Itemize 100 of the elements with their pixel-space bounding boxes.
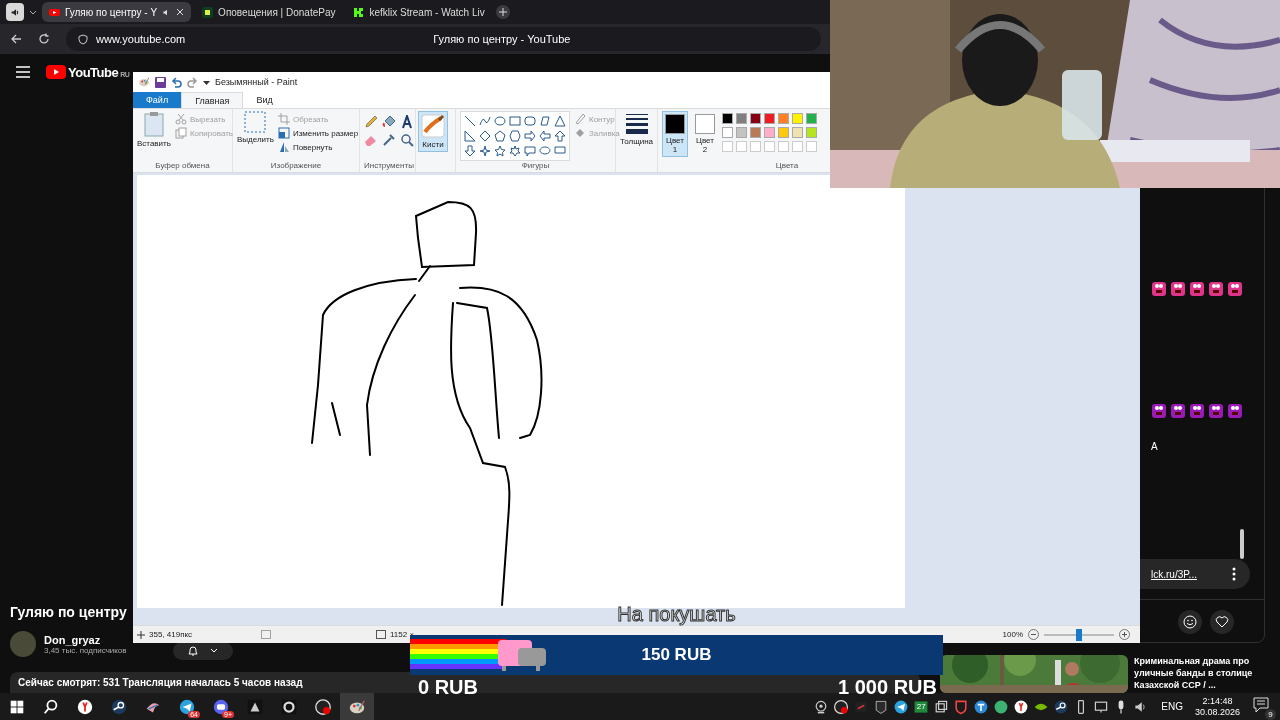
calendar-icon[interactable]: 27 <box>913 698 930 715</box>
heart-button[interactable] <box>1210 610 1234 634</box>
more-icon[interactable] <box>1232 567 1236 581</box>
color-1-button[interactable]: Цвет 1 <box>662 111 688 157</box>
color-swatch[interactable] <box>778 127 789 138</box>
color-preview[interactable] <box>695 114 715 134</box>
shape-icon[interactable] <box>464 130 476 142</box>
channel-name[interactable]: Don_gryaz <box>44 633 127 646</box>
select-button[interactable]: Выделить <box>237 111 274 144</box>
color-swatch[interactable] <box>736 113 747 124</box>
color-swatch[interactable] <box>806 113 817 124</box>
address-field[interactable]: www.youtube.com Гуляю по центру - YouTube <box>66 27 821 51</box>
shape-icon[interactable] <box>479 115 491 127</box>
ribbon-tab[interactable]: Вид <box>243 92 286 108</box>
color-swatch[interactable] <box>792 113 803 124</box>
triangles-icon[interactable] <box>277 141 290 153</box>
logo-text[interactable]: YouTube <box>68 64 119 80</box>
zoom-out-icon[interactable] <box>1028 629 1039 640</box>
shape-icon[interactable] <box>539 145 551 157</box>
play-icon[interactable] <box>46 65 66 79</box>
rotate-button[interactable]: Повернуть <box>277 141 359 153</box>
heart-icon[interactable] <box>1215 615 1229 629</box>
color-swatch[interactable] <box>792 127 803 138</box>
close-icon[interactable] <box>176 8 185 16</box>
ribbon-tab[interactable]: Главная <box>181 92 244 108</box>
dropdown-icon[interactable] <box>203 78 210 86</box>
shield-icon[interactable] <box>953 698 970 715</box>
circle-icon[interactable] <box>993 698 1010 715</box>
palette-icon[interactable] <box>340 693 374 720</box>
scrollbar[interactable] <box>1240 529 1244 559</box>
shape-icon[interactable] <box>509 115 521 127</box>
undo-icon[interactable] <box>171 76 182 88</box>
color-2-button[interactable]: Цвет 2 <box>692 111 718 157</box>
lines-icon[interactable] <box>624 111 649 135</box>
steam-icon[interactable] <box>1053 698 1070 715</box>
shape-icon[interactable] <box>479 130 491 142</box>
menu-icon[interactable] <box>16 66 30 78</box>
color-swatch[interactable] <box>736 127 747 138</box>
emoji-button[interactable] <box>1178 610 1202 634</box>
paste-button[interactable]: Вставить <box>137 111 171 148</box>
zoom-in-icon[interactable] <box>1119 629 1130 640</box>
smiley-icon[interactable] <box>1183 615 1197 629</box>
browser-tab[interactable]: kefklix Stream - Watch Liv <box>346 2 492 22</box>
shape-icon[interactable] <box>464 145 476 157</box>
circle-icon[interactable] <box>1013 698 1030 715</box>
back-icon[interactable] <box>10 33 22 45</box>
magnifier-icon[interactable] <box>400 133 414 147</box>
resize-icon[interactable] <box>277 127 290 139</box>
shape-icon[interactable] <box>554 130 566 142</box>
color-picker-icon[interactable] <box>382 133 396 147</box>
shape-icon[interactable] <box>539 115 551 127</box>
shape-icon[interactable] <box>494 145 506 157</box>
palette-icon[interactable] <box>138 76 150 88</box>
zoom-slider[interactable] <box>1076 628 1082 641</box>
color-swatch[interactable] <box>806 127 817 138</box>
browser-tab[interactable]: Гуляю по центру - Y <box>42 2 192 22</box>
color-swatch[interactable] <box>778 113 789 124</box>
thickness-button[interactable]: Толщина <box>619 111 654 146</box>
empty-swatch[interactable] <box>778 141 789 152</box>
copy-icon[interactable] <box>933 698 950 715</box>
shape-icon[interactable] <box>554 115 566 127</box>
shape-icon[interactable] <box>464 115 476 127</box>
ribbon-tab[interactable]: Файл <box>133 92 182 108</box>
color-swatch[interactable] <box>764 113 775 124</box>
empty-swatch[interactable] <box>722 141 733 152</box>
shape-icon[interactable] <box>524 145 536 157</box>
circle-icon[interactable] <box>973 698 990 715</box>
shape-icon[interactable] <box>494 115 506 127</box>
shapes-gallery[interactable] <box>460 111 570 161</box>
shape-icon[interactable] <box>494 130 506 142</box>
empty-swatch[interactable] <box>750 141 761 152</box>
reload-icon[interactable] <box>38 33 50 45</box>
save-icon[interactable] <box>155 76 166 88</box>
fill-icon[interactable] <box>382 115 396 129</box>
resize-button[interactable]: Изменить размер <box>277 127 359 139</box>
brush-icon[interactable] <box>421 114 445 138</box>
clock[interactable]: 2:14:48 30.08.2026 <box>1194 695 1240 718</box>
chat-link[interactable]: lck.ru/3P... <box>1151 568 1197 580</box>
shape-icon[interactable] <box>524 130 536 142</box>
shape-icon[interactable] <box>554 145 566 157</box>
color-preview[interactable] <box>665 114 685 134</box>
empty-swatch[interactable] <box>806 141 817 152</box>
pencil-icon[interactable] <box>364 115 378 129</box>
empty-swatch[interactable] <box>764 141 775 152</box>
redo-icon[interactable] <box>187 76 198 88</box>
bell-icon[interactable] <box>186 645 199 658</box>
language-indicator[interactable]: ENG <box>1161 701 1183 712</box>
color-swatch[interactable] <box>722 113 733 124</box>
shape-icon[interactable] <box>509 145 521 157</box>
shield-icon[interactable] <box>78 33 88 45</box>
clipboard-icon[interactable] <box>143 111 164 137</box>
color-swatch[interactable] <box>764 127 775 138</box>
video-title[interactable]: Криминальная драма про уличные банды в столице Казахской ССР / ... <box>1134 655 1270 693</box>
record-icon[interactable] <box>833 698 850 715</box>
new-tab-icon[interactable] <box>495 5 510 19</box>
text-icon[interactable] <box>400 115 414 129</box>
shape-icon[interactable] <box>524 115 536 127</box>
color-swatch[interactable] <box>722 127 733 138</box>
shape-icon[interactable] <box>539 130 551 142</box>
empty-swatch[interactable] <box>736 141 747 152</box>
